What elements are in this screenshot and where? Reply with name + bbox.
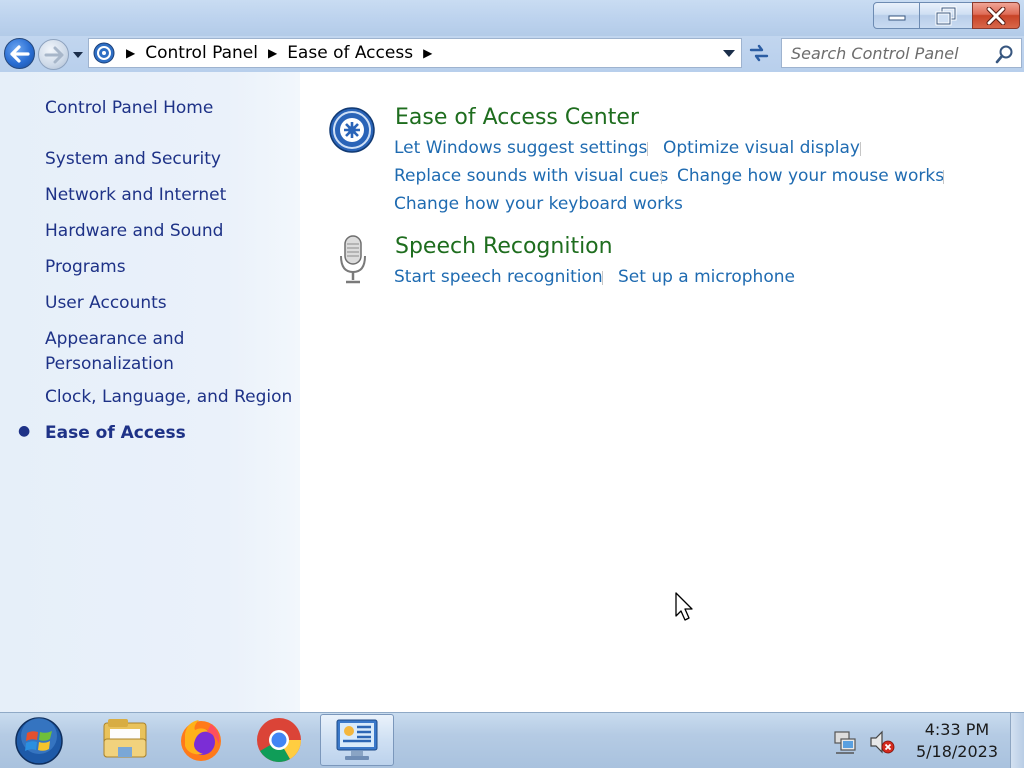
breadcrumb-separator-icon[interactable]: ▶ xyxy=(268,46,277,60)
current-item-bullet-icon: ● xyxy=(18,423,31,439)
link-optimize-visual-display[interactable]: Optimize visual display xyxy=(663,138,860,158)
navigation-bar: ▶ Control Panel ▶ Ease of Access ▶ xyxy=(0,36,1024,72)
search-icon[interactable] xyxy=(995,44,1015,64)
sidebar-item-system-and-security[interactable]: System and Security xyxy=(45,147,221,172)
taskbar-control-panel-button[interactable] xyxy=(320,714,394,766)
refresh-icon xyxy=(749,44,769,62)
taskbar-firefox-button[interactable] xyxy=(164,714,238,766)
address-bar[interactable]: ▶ Control Panel ▶ Ease of Access ▶ xyxy=(88,38,742,68)
link-separator xyxy=(860,142,861,156)
taskbar: 4:33 PM 5/18/2023 xyxy=(0,712,1024,768)
link-separator xyxy=(943,170,944,184)
minimize-button[interactable] xyxy=(873,2,920,29)
ease-of-access-icon[interactable] xyxy=(328,106,376,154)
taskbar-chrome-button[interactable] xyxy=(242,714,316,766)
link-let-windows-suggest-settings[interactable]: Let Windows suggest settings xyxy=(394,138,647,158)
microphone-icon[interactable] xyxy=(338,234,368,286)
link-start-speech-recognition[interactable]: Start speech recognition xyxy=(394,267,603,287)
link-set-up-microphone[interactable]: Set up a microphone xyxy=(618,267,795,287)
forward-arrow-icon xyxy=(44,46,63,63)
refresh-button[interactable] xyxy=(744,38,774,68)
link-separator xyxy=(647,142,648,156)
back-button[interactable] xyxy=(4,38,35,69)
volume-muted-tray-icon[interactable] xyxy=(868,729,896,755)
sidebar-item-network-and-internet[interactable]: Network and Internet xyxy=(45,183,226,208)
search-box[interactable] xyxy=(781,38,1022,68)
forward-button[interactable] xyxy=(38,39,69,70)
sidebar-item-appearance-line1[interactable]: Appearance and xyxy=(45,327,184,352)
sidebar-item-clock-language-region[interactable]: Clock, Language, and Region xyxy=(45,385,292,410)
sidebar-item-hardware-and-sound[interactable]: Hardware and Sound xyxy=(45,219,223,244)
minimize-icon xyxy=(888,15,905,20)
sidebar-item-control-panel-home[interactable]: Control Panel Home xyxy=(45,96,213,121)
breadcrumb-ease-of-access[interactable]: Ease of Access xyxy=(287,43,413,63)
firefox-icon xyxy=(181,720,221,761)
link-change-mouse[interactable]: Change how your mouse works xyxy=(677,166,944,186)
breadcrumb-separator-icon[interactable]: ▶ xyxy=(126,46,135,60)
category-title-speech-recognition[interactable]: Speech Recognition xyxy=(395,234,613,259)
breadcrumb-separator-icon[interactable]: ▶ xyxy=(423,46,432,60)
link-separator xyxy=(602,271,603,285)
recent-pages-dropdown-icon[interactable] xyxy=(71,50,85,60)
sidebar-item-ease-of-access[interactable]: Ease of Access xyxy=(45,421,186,446)
file-explorer-icon xyxy=(103,719,147,758)
sidebar-item-user-accounts[interactable]: User Accounts xyxy=(45,291,167,316)
sidebar-item-appearance-line2[interactable]: Personalization xyxy=(45,352,174,377)
system-clock[interactable]: 4:33 PM 5/18/2023 xyxy=(916,719,998,763)
sidebar-item-programs[interactable]: Programs xyxy=(45,255,126,280)
taskbar-file-explorer-button[interactable] xyxy=(88,714,162,766)
start-button-icon[interactable] xyxy=(12,716,66,766)
category-title-ease-of-access-center[interactable]: Ease of Access Center xyxy=(395,105,639,130)
show-desktop-button[interactable] xyxy=(1010,713,1024,768)
breadcrumb-control-panel[interactable]: Control Panel xyxy=(145,43,258,63)
link-replace-sounds-with-visual-cues[interactable]: Replace sounds with visual cues xyxy=(394,166,668,186)
close-icon xyxy=(986,6,1006,25)
control-panel-address-icon xyxy=(93,42,115,64)
search-input[interactable] xyxy=(791,39,991,67)
restore-icon xyxy=(935,6,957,25)
main-content: Ease of Access Center Let Windows sugges… xyxy=(300,72,1024,712)
chrome-icon xyxy=(257,718,301,762)
window-controls xyxy=(873,2,1020,29)
address-history-dropdown-icon[interactable] xyxy=(723,50,735,58)
window-title-bar[interactable] xyxy=(0,0,1024,36)
link-change-keyboard[interactable]: Change how your keyboard works xyxy=(394,194,683,214)
sidebar: Control Panel Home System and Security N… xyxy=(0,72,300,712)
close-button[interactable] xyxy=(972,2,1020,29)
network-tray-icon[interactable] xyxy=(832,729,858,755)
mouse-cursor-icon xyxy=(675,592,693,621)
clock-time: 4:33 PM xyxy=(924,720,990,739)
link-separator xyxy=(661,170,662,184)
back-arrow-icon xyxy=(9,44,30,63)
restore-button[interactable] xyxy=(920,2,972,29)
control-panel-icon xyxy=(336,719,378,760)
clock-date: 5/18/2023 xyxy=(915,742,998,761)
